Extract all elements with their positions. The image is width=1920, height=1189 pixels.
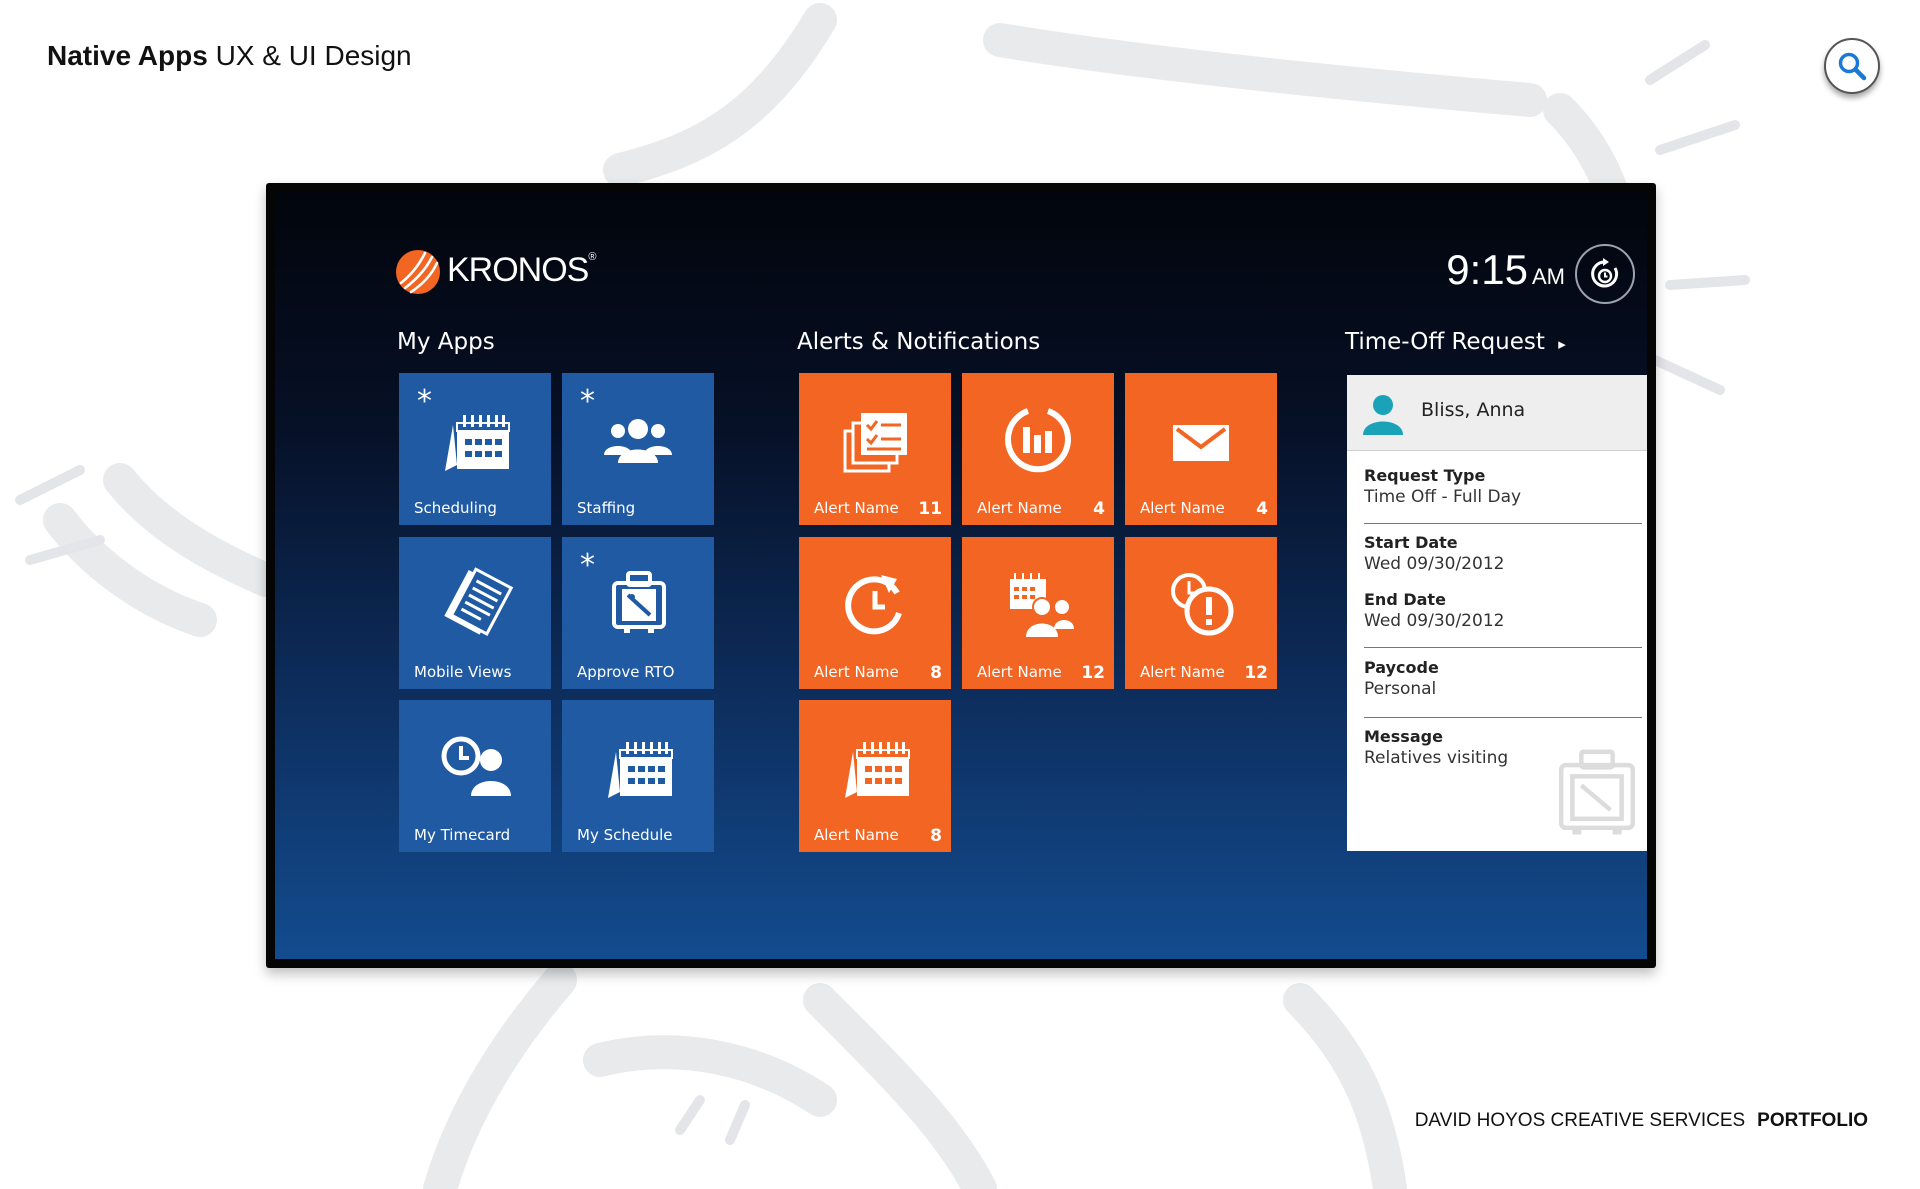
footer-section: PORTFOLIO: [1757, 1110, 1868, 1131]
field-value: Wed 09/30/2012: [1364, 554, 1505, 574]
people-icon: [604, 419, 672, 463]
page-title-bold: Native Apps: [47, 40, 208, 71]
clock-alert-icon: [1171, 573, 1234, 636]
alert-count: 12: [1244, 663, 1268, 683]
calendar-people-icon: [1010, 573, 1074, 637]
alert-tile[interactable]: Alert Name 12: [962, 537, 1114, 689]
divider: [1364, 647, 1642, 648]
tile-label: Alert Name: [977, 499, 1062, 517]
device-frame: KRONOS® 9:15 AM My Apps * Scheduling * S…: [266, 183, 1656, 968]
chart-icon: [1005, 408, 1071, 473]
app-tile-staffing[interactable]: * Staffing: [562, 373, 714, 525]
clock-time: 9:15: [1446, 246, 1528, 293]
tile-label: Alert Name: [1140, 663, 1225, 681]
page-title: Native Apps UX & UI Design: [47, 40, 412, 72]
tile-label: Mobile Views: [414, 663, 512, 681]
time-off-heading[interactable]: Time-Off Request ▸: [1345, 329, 1566, 355]
search-button[interactable]: [1824, 38, 1880, 94]
start-date-field: Start Date Wed 09/30/2012: [1364, 533, 1504, 574]
app-tile-my-schedule[interactable]: My Schedule: [562, 700, 714, 852]
logo-registered-mark: ®: [588, 251, 596, 263]
documents-icon: [444, 567, 514, 636]
calendar-icon: [608, 742, 673, 798]
field-label: Request Type: [1364, 466, 1486, 485]
calendar-icon: [445, 415, 510, 471]
app-tile-mobile-views[interactable]: Mobile Views: [399, 537, 551, 689]
app-tile-approve-rto[interactable]: * Approve RTO: [562, 537, 714, 689]
message-field: Message Relatives visiting: [1364, 727, 1508, 768]
end-date-field: End Date Wed 09/30/2012: [1364, 590, 1504, 631]
field-value: Wed 09/30/2012: [1364, 611, 1505, 631]
favorite-star: *: [580, 384, 595, 419]
card-header: Bliss, Anna: [1347, 375, 1647, 451]
tile-label: Staffing: [577, 499, 636, 517]
clock-person-icon: [441, 736, 511, 796]
footer-studio: DAVID HOYOS CREATIVE SERVICES: [1414, 1110, 1746, 1131]
alert-tile[interactable]: Alert Name 4: [1125, 373, 1277, 525]
app-tile-scheduling[interactable]: * Scheduling: [399, 373, 551, 525]
field-value: Relatives visiting: [1364, 748, 1509, 768]
field-label: Paycode: [1364, 658, 1439, 677]
alert-tile[interactable]: Alert Name 8: [799, 700, 951, 852]
kronos-home-screen: KRONOS® 9:15 AM My Apps * Scheduling * S…: [275, 192, 1647, 959]
tile-label: My Timecard: [414, 826, 511, 844]
tile-label: Alert Name: [814, 499, 899, 517]
my-apps-heading: My Apps: [397, 329, 495, 355]
user-avatar-icon: [1363, 395, 1403, 435]
tile-label: Alert Name: [1140, 499, 1225, 517]
employee-name: Bliss, Anna: [1421, 399, 1526, 421]
favorite-star: *: [417, 384, 432, 419]
alert-count: 8: [930, 663, 942, 683]
luggage-icon: [1558, 749, 1636, 835]
alert-count: 8: [930, 826, 942, 846]
tile-label: Alert Name: [977, 663, 1062, 681]
envelope-icon: [1173, 425, 1229, 461]
time-off-request-card[interactable]: Bliss, Anna Request Type Time Off - Full…: [1347, 375, 1647, 851]
logo-word: KRONOS: [447, 251, 589, 289]
clock: 9:15 AM: [1425, 246, 1565, 294]
alert-tile[interactable]: Alert Name 8: [799, 537, 951, 689]
page-title-rest: UX & UI Design: [215, 40, 412, 71]
field-label: Message: [1364, 727, 1443, 746]
tile-label: Approve RTO: [577, 663, 675, 681]
field-label: End Date: [1364, 590, 1446, 609]
divider: [1364, 523, 1642, 524]
clock-refresh-icon: [1591, 258, 1619, 288]
chevron-right-icon: ▸: [1558, 335, 1566, 353]
portfolio-page: Native Apps UX & UI Design KRONOS® 9:15 …: [0, 0, 1920, 1189]
field-label: Start Date: [1364, 533, 1458, 552]
app-tile-my-timecard[interactable]: My Timecard: [399, 700, 551, 852]
alert-tile[interactable]: Alert Name 11: [799, 373, 951, 525]
field-value: Personal: [1364, 679, 1437, 699]
clock-refresh-icon: [845, 575, 902, 635]
alert-count: 4: [1093, 499, 1105, 519]
tile-label: Scheduling: [414, 499, 497, 517]
alerts-heading: Alerts & Notifications: [797, 329, 1041, 355]
luggage-icon: [612, 571, 666, 633]
alert-tile[interactable]: Alert Name 4: [962, 373, 1114, 525]
kronos-logo-mark-icon: [396, 250, 440, 294]
alert-count: 11: [918, 499, 942, 519]
alert-count: 12: [1081, 663, 1105, 683]
paycode-field: Paycode Personal: [1364, 658, 1439, 699]
calendar-icon: [845, 742, 910, 798]
tile-label: My Schedule: [577, 826, 673, 844]
footer-credit: DAVID HOYOS CREATIVE SERVICES PORTFOLIO: [1380, 1110, 1868, 1132]
search-icon: [1838, 52, 1867, 81]
tile-label: Alert Name: [814, 663, 899, 681]
favorite-star: *: [580, 548, 595, 583]
alert-tile[interactable]: Alert Name 12: [1125, 537, 1277, 689]
time-off-heading-label: Time-Off Request: [1345, 329, 1545, 355]
request-type-field: Request Type Time Off - Full Day: [1364, 466, 1521, 507]
field-value: Time Off - Full Day: [1364, 487, 1522, 507]
punch-clock-button[interactable]: [1575, 244, 1635, 304]
alert-count: 4: [1256, 499, 1268, 519]
clock-ampm: AM: [1532, 264, 1565, 289]
divider: [1364, 717, 1642, 718]
kronos-logo-text: KRONOS®: [447, 251, 596, 290]
checklist-icon: [843, 413, 907, 473]
tile-label: Alert Name: [814, 826, 899, 844]
